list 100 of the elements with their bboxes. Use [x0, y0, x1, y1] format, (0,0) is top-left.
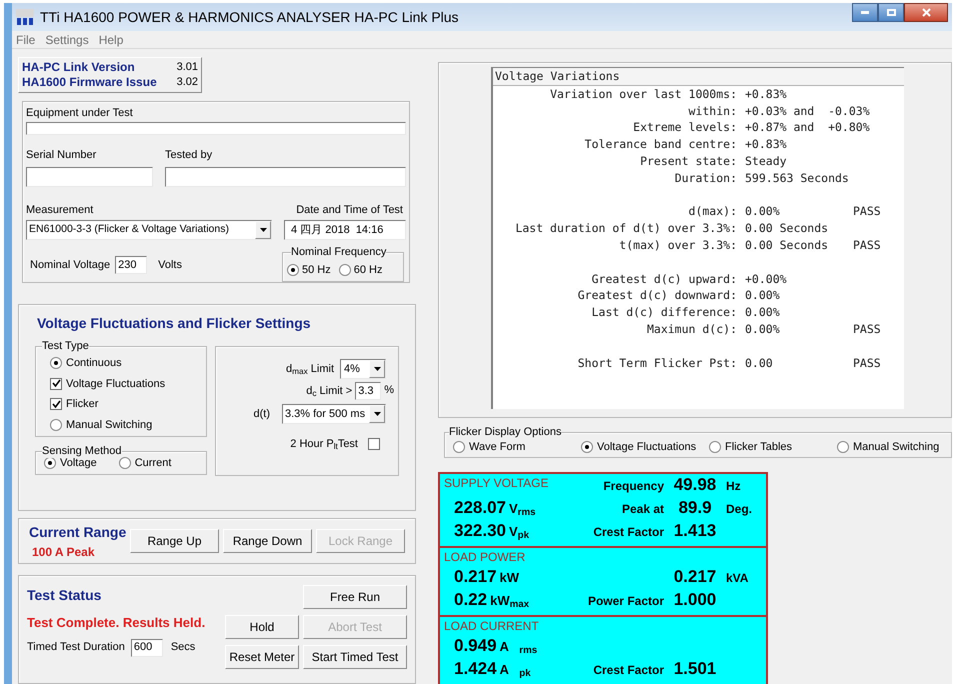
- result-value: +0.83%: [745, 136, 787, 153]
- result-label: Present state:: [639, 152, 738, 170]
- radio-button[interactable]: [338, 264, 351, 276]
- unit-label: Deg.: [726, 501, 754, 518]
- meter-value: 1.501: [672, 658, 718, 680]
- radio-button[interactable]: [837, 440, 849, 453]
- section-heading: Test Status: [27, 586, 102, 605]
- input-field[interactable]: [26, 166, 153, 186]
- test-label: 2 Hour P$_{lt}$Test: [290, 437, 358, 452]
- caret-icon: [260, 228, 266, 232]
- input-field[interactable]: 230: [115, 256, 148, 274]
- limit-label: d(t): [254, 406, 270, 422]
- unit-label: kVA: [726, 570, 750, 587]
- radio-label: Flicker Tables: [725, 440, 792, 454]
- result-value: +0.00%: [745, 270, 787, 288]
- minimize-button[interactable]: [852, 3, 878, 22]
- meter-heading: SUPPLY VOLTAGE: [444, 475, 550, 492]
- result-value: 0.00: [745, 354, 774, 372]
- meter-value: 228.07: [454, 497, 506, 519]
- radio-label: Voltage: [60, 456, 97, 470]
- result-label: Extreme levels:: [632, 119, 738, 136]
- stat-label: Power Factor: [586, 593, 664, 610]
- meter-value: 0.949: [454, 635, 497, 657]
- checkbox[interactable]: [50, 398, 62, 410]
- result-value: +0.83%: [745, 86, 787, 103]
- dropdown-button[interactable]: [369, 405, 385, 423]
- meter-value: 322.30: [454, 520, 506, 542]
- unit-label: V$_{pk}$: [509, 523, 530, 543]
- unit-label: Secs: [170, 640, 196, 656]
- version-value: 3.01: [176, 60, 198, 75]
- version-value: 3.02: [176, 75, 198, 90]
- push-button[interactable]: Range Up: [130, 529, 219, 553]
- input-field[interactable]: [165, 166, 406, 186]
- field-label: Timed Test Duration: [27, 640, 125, 656]
- radio-button[interactable]: [581, 440, 593, 453]
- push-button[interactable]: Free Run: [303, 585, 407, 609]
- menu-item[interactable]: File: [16, 30, 36, 48]
- radio-button[interactable]: [287, 264, 299, 276]
- radio-label: 50 Hz: [302, 262, 331, 278]
- result-label: Short Term Flicker Pst:: [576, 354, 738, 372]
- field-label: Tested by: [165, 148, 214, 163]
- result-label: t(max) over 3.3%:: [618, 236, 738, 254]
- push-button[interactable]: Hold: [225, 615, 299, 639]
- field-label: Serial Number: [26, 148, 98, 163]
- result-value: +0.03% and -0.03%: [745, 102, 870, 120]
- input-field[interactable]: [26, 122, 406, 135]
- dmax-dropdown[interactable]: 4%: [340, 359, 386, 379]
- pass-result: PASS: [853, 320, 881, 338]
- limit-label: d$_{c}$ Limit >: [306, 384, 352, 400]
- field-label: Measurement: [26, 202, 94, 218]
- menu-item[interactable]: Help: [98, 30, 124, 48]
- stat-label: Crest Factor: [592, 524, 664, 541]
- range-value: 100 A Peak: [32, 544, 96, 560]
- stat-label: Crest Factor: [592, 662, 664, 679]
- status-message: Test Complete. Results Held.: [27, 614, 206, 632]
- result-value: 0.00%: [745, 304, 780, 321]
- push-button[interactable]: Start Timed Test: [303, 645, 407, 669]
- stat-label: Frequency: [602, 478, 664, 495]
- meter-value: 89.9: [677, 497, 713, 519]
- radio-label: Manual Switching: [853, 440, 940, 454]
- maximize-button[interactable]: [878, 3, 904, 22]
- push-button[interactable]: Range Down: [223, 529, 312, 553]
- result-label: Last d(c) difference:: [590, 304, 738, 321]
- version-label: HA-PC Link Version: [22, 60, 136, 75]
- unit-label: Volts: [158, 258, 182, 273]
- menu-item[interactable]: Settings: [45, 30, 89, 48]
- measurement-dropdown[interactable]: EN61000-3-3 (Flicker & Voltage Variations): [26, 220, 272, 240]
- radio-button[interactable]: [118, 456, 131, 469]
- radio-label: Wave Form: [469, 440, 526, 454]
- meter-value: 1.424: [454, 658, 497, 680]
- close-button[interactable]: [904, 3, 948, 22]
- input-field[interactable]: 3.3: [355, 382, 382, 400]
- input-field[interactable]: 600: [130, 638, 163, 656]
- caret-icon: [374, 367, 380, 371]
- meter-value: 0.217: [672, 566, 718, 588]
- result-value: 599.563 Seconds: [745, 170, 849, 187]
- meter-heading: LOAD CURRENT: [444, 618, 540, 635]
- result-value: 0.00%: [745, 203, 781, 220]
- push-button[interactable]: Reset Meter: [225, 645, 299, 669]
- checkbox[interactable]: [50, 378, 62, 390]
- radio-button[interactable]: [709, 440, 721, 453]
- unit-label: A $_{rms}$: [500, 638, 538, 658]
- pass-result: PASS: [853, 236, 881, 254]
- radio-label: Current: [134, 456, 172, 470]
- dropdown-button[interactable]: [255, 221, 271, 239]
- dt-dropdown[interactable]: 3.3% for 500 ms: [282, 404, 386, 424]
- date-field[interactable]: 4 四月 2018 14:16: [284, 220, 406, 240]
- result-label: within:: [688, 102, 738, 120]
- radio-button[interactable]: [453, 440, 465, 453]
- radio-button[interactable]: [50, 418, 62, 431]
- result-value: 0.00 Seconds: [745, 220, 828, 237]
- checkbox[interactable]: [368, 438, 380, 450]
- dropdown-button[interactable]: [369, 360, 385, 378]
- meter-value: 1.000: [672, 589, 718, 611]
- option-label: Voltage Fluctuations: [66, 376, 166, 392]
- caret-icon: [374, 412, 380, 416]
- radio-button[interactable]: [50, 357, 62, 370]
- result-label: Tolerance band centre:: [584, 136, 738, 153]
- unit-label: kW: [500, 569, 520, 587]
- unit-label: V$_{rms}$: [509, 500, 536, 520]
